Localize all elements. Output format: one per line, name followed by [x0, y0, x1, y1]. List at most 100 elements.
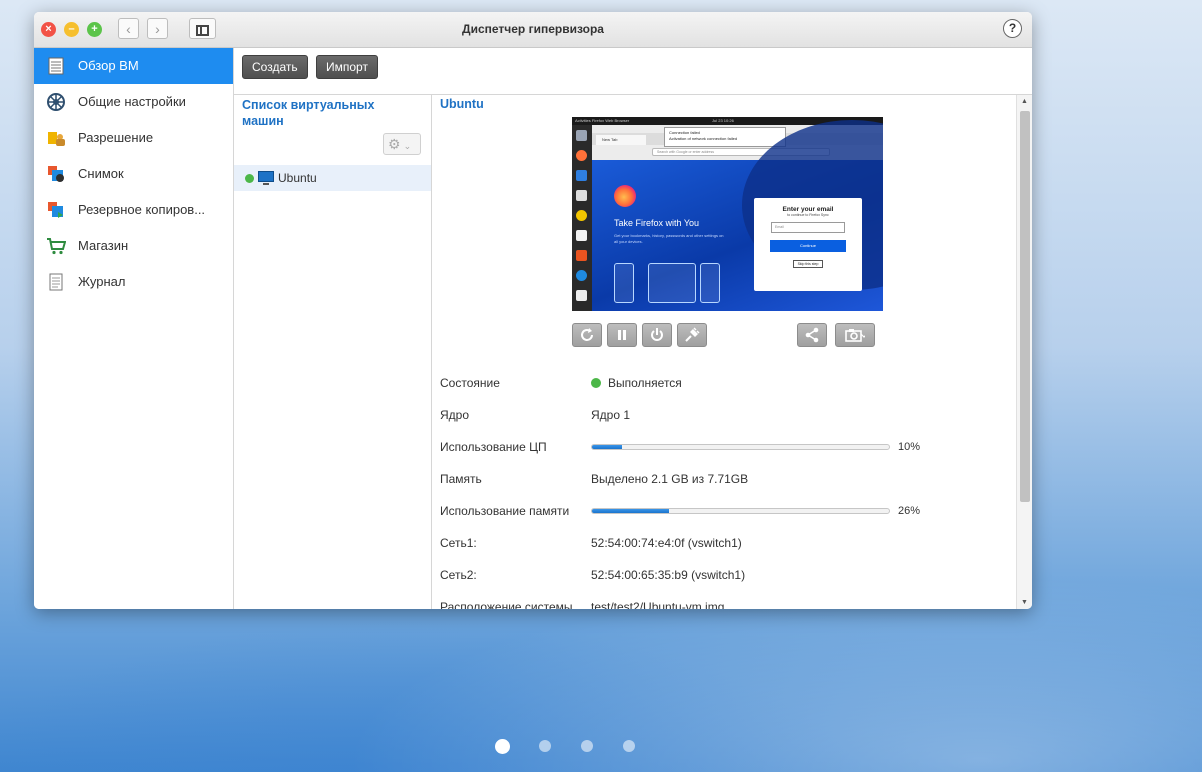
- plug-icon: [685, 327, 700, 342]
- share-button[interactable]: [797, 323, 827, 347]
- sidebar-item-store[interactable]: Магазин: [34, 228, 233, 264]
- vm-detail-panel: Ubuntu Activities Firefox Web Browser Ju…: [432, 95, 1014, 609]
- toolbar: Создать Импорт: [234, 48, 1032, 95]
- vm-list-item-name: Ubuntu: [278, 171, 317, 185]
- vm-screen-preview[interactable]: Activities Firefox Web Browser Jul 23 10…: [572, 117, 883, 311]
- firefox-logo-icon: [614, 185, 636, 207]
- pager-dot-4[interactable]: [623, 740, 635, 752]
- guest-card-title: Enter your email: [782, 206, 834, 213]
- cpu-usage-label: Использование ЦП: [440, 440, 547, 454]
- gear-icon: ⚙: [388, 136, 401, 152]
- vm-overview-icon: [48, 57, 64, 75]
- restart-icon: [581, 328, 593, 341]
- pager-dot-1[interactable]: [495, 739, 510, 754]
- sidebar-item-label: Снимок: [78, 166, 124, 181]
- guest-notification: Connection failed Activation of network …: [664, 127, 786, 147]
- sidebar-item-permission[interactable]: Разрешение: [34, 120, 233, 156]
- monitor-icon: [258, 171, 274, 185]
- desktop-pager: [0, 738, 1202, 754]
- sidebar-item-vm-overview[interactable]: Обзор ВМ: [34, 48, 233, 84]
- force-shutdown-button[interactable]: [677, 323, 707, 347]
- vm-list-panel: Список виртуальных машин ⚙ ⌄ Ubuntu: [234, 95, 432, 609]
- network1-label: Сеть1:: [440, 536, 477, 550]
- memory-usage-percent: 26%: [898, 505, 921, 517]
- guest-notification-text: Activation of network connection failed: [669, 136, 738, 141]
- memory-usage-bar: [591, 508, 890, 514]
- guest-firefox-page: Take Firefox with You Get your bookmarks…: [592, 120, 883, 311]
- state-value-wrap: Выполняется: [591, 376, 682, 390]
- amazon-icon: [576, 290, 587, 301]
- cpu-usage-percent: 10%: [898, 441, 921, 453]
- guest-headline: Take Firefox with You: [614, 218, 700, 228]
- camera-icon: [845, 329, 868, 342]
- memory-usage-label: Использование памяти: [440, 504, 570, 518]
- snapshot-dropdown-button[interactable]: [835, 323, 875, 347]
- power-vm-button[interactable]: [642, 323, 672, 347]
- sidebar-item-label: Разрешение: [78, 130, 154, 145]
- pager-dot-2[interactable]: [539, 740, 551, 752]
- guest-app-icon: [576, 130, 587, 141]
- sidebar-item-label: Журнал: [78, 274, 126, 289]
- cart-icon: [47, 238, 66, 255]
- running-status-icon: [591, 378, 601, 388]
- create-button[interactable]: Создать: [242, 55, 308, 79]
- network2-value: 52:54:00:65:35:b9 (vswitch1): [591, 568, 746, 582]
- chevron-down-icon: ⌄: [403, 141, 412, 151]
- guest-signin-card: Enter your email to continue to Firefox …: [754, 198, 862, 291]
- network2-label: Сеть2:: [440, 568, 477, 582]
- cpu-usage-bar: [591, 444, 890, 450]
- core-value: Ядро 1: [591, 408, 631, 422]
- music-icon: [576, 210, 587, 221]
- sidebar-item-backup[interactable]: Резервное копиров...: [34, 192, 233, 228]
- pager-dot-3[interactable]: [581, 740, 593, 752]
- pause-vm-button[interactable]: [607, 323, 637, 347]
- sidebar: Обзор ВМ Общие настройки Разрешение Сним…: [34, 48, 234, 609]
- scroll-up-icon[interactable]: ▲: [1021, 98, 1028, 105]
- help-icon: [576, 270, 587, 281]
- cpu-usage-bar-fill: [592, 445, 622, 449]
- sidebar-item-label: Общие настройки: [78, 94, 186, 109]
- guest-email-field: Email: [771, 222, 845, 233]
- guest-skip-button: Skip this step: [793, 260, 823, 268]
- help-icon: ?: [1008, 21, 1017, 35]
- detail-scrollbar[interactable]: ▲ ▼: [1016, 95, 1032, 609]
- system-location-value: test/test2/Ubuntu-vm.img: [591, 600, 725, 609]
- document-icon: [576, 230, 587, 241]
- sidebar-item-general-settings[interactable]: Общие настройки: [34, 84, 233, 120]
- state-value: Выполняется: [608, 376, 682, 390]
- running-status-icon: [245, 174, 254, 183]
- memory-usage-bar-fill: [592, 509, 670, 513]
- help-button[interactable]: ?: [1003, 19, 1022, 38]
- guest-url-placeholder: Search with Google or enter address: [657, 150, 715, 154]
- memory-label: Память: [440, 472, 482, 486]
- core-label: Ядро: [440, 408, 470, 422]
- scroll-down-icon[interactable]: ▼: [1021, 599, 1028, 606]
- share-icon: [805, 327, 819, 343]
- guest-tab: New Tab: [596, 135, 646, 145]
- permission-lock-icon: [48, 132, 65, 146]
- sidebar-item-snapshot[interactable]: Снимок: [34, 156, 233, 192]
- vm-detail-title: Ubuntu: [440, 97, 484, 111]
- import-button[interactable]: Импорт: [316, 55, 378, 79]
- vm-list-settings-dropdown[interactable]: ⚙ ⌄: [383, 133, 421, 155]
- restart-vm-button[interactable]: [572, 323, 602, 347]
- memory-value: Выделено 2.1 GB из 7.71GB: [591, 472, 749, 486]
- laptop-illustration-icon: [648, 263, 696, 303]
- software-icon: [576, 250, 587, 261]
- snapshot-icon: [48, 166, 64, 182]
- guest-topbar-left: Activities Firefox Web Browser: [575, 118, 630, 123]
- log-icon: [49, 273, 63, 291]
- system-location-label: Расположение системы: [440, 600, 573, 609]
- settings-wheel-icon: [47, 93, 65, 111]
- sidebar-item-label: Резервное копиров...: [78, 202, 206, 217]
- files-icon: [576, 190, 587, 201]
- vm-list-item[interactable]: Ubuntu: [234, 165, 431, 191]
- guest-continue-button: Continue: [770, 240, 846, 252]
- network1-value: 52:54:00:74:e4:0f (vswitch1): [591, 536, 742, 550]
- state-label: Состояние: [440, 376, 500, 390]
- scrollbar-thumb[interactable]: [1020, 111, 1030, 502]
- sidebar-item-log[interactable]: Журнал: [34, 264, 233, 300]
- sidebar-item-label: Обзор ВМ: [78, 58, 139, 73]
- guest-card-sub: to continue to Firefox Sync: [787, 213, 829, 217]
- phone-illustration-icon: [614, 263, 634, 303]
